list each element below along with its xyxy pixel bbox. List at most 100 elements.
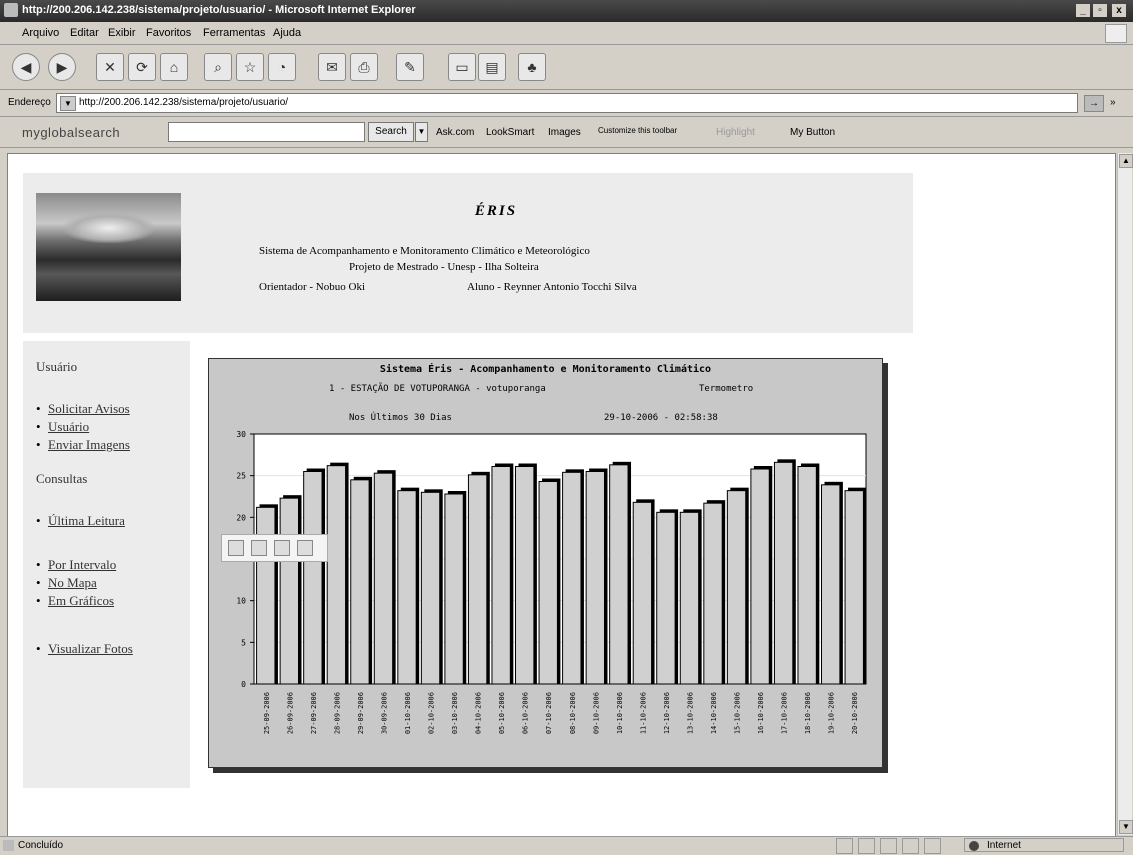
open-folder-icon[interactable]	[297, 540, 313, 556]
site-subtitle: Sistema de Acompanhamento e Monitorament…	[259, 245, 590, 257]
research-icon[interactable]: ▤	[478, 53, 506, 81]
menu-ajuda[interactable]: Ajuda	[273, 27, 301, 39]
link-askcom[interactable]: Ask.com	[436, 127, 474, 138]
refresh-icon[interactable]: ⟳	[128, 53, 156, 81]
menu-ferramentas[interactable]: Ferramentas	[203, 27, 265, 39]
address-url[interactable]: http://200.206.142.238/sistema/projeto/u…	[79, 97, 288, 108]
mail-icon[interactable]: ✉	[318, 53, 346, 81]
sidebar-item-enviar-imagens[interactable]: • Enviar Imagens	[36, 437, 130, 453]
sidebar-item-usuario[interactable]: • Usuário	[36, 419, 89, 435]
title-bar: http://200.206.142.238/sistema/projeto/u…	[0, 0, 1133, 22]
close-button[interactable]: x	[1112, 4, 1126, 17]
windows-flag-icon	[1105, 24, 1127, 43]
sidebar-item-por-intervalo[interactable]: • Por Intervalo	[36, 557, 116, 573]
link-customize[interactable]: Customize this toolbar	[598, 126, 677, 135]
mail-image-icon[interactable]	[274, 540, 290, 556]
window-title: http://200.206.142.238/sistema/projeto/u…	[22, 4, 416, 16]
forward-icon[interactable]: ▶	[48, 53, 76, 81]
search-dropdown-icon[interactable]: ▼	[415, 122, 428, 142]
x-tick-label: 25-09-2006	[263, 692, 271, 734]
edit-icon[interactable]: ✎	[396, 53, 424, 81]
globe-icon	[969, 841, 979, 851]
menu-favoritos[interactable]: Favoritos	[146, 27, 191, 39]
menu-exibir[interactable]: Exibir	[108, 27, 136, 39]
status-pane	[902, 838, 919, 854]
link-highlight[interactable]: Highlight	[716, 127, 755, 138]
y-tick-label: 10	[236, 597, 246, 606]
bar	[632, 501, 653, 685]
sidebar-item-ultima-leitura[interactable]: • Última Leitura	[36, 513, 125, 529]
scroll-down-icon[interactable]: ▼	[1119, 820, 1133, 834]
y-tick-label: 20	[236, 513, 246, 522]
site-advisor: Orientador - Nobuo Oki	[259, 281, 366, 293]
y-tick-label: 0	[241, 680, 246, 689]
folder-icon[interactable]: ▭	[448, 53, 476, 81]
scroll-up-icon[interactable]: ▲	[1119, 154, 1133, 168]
sidebar-item-em-graficos[interactable]: • Em Gráficos	[36, 593, 114, 609]
menu-editar[interactable]: Editar	[70, 27, 99, 39]
bar	[420, 491, 441, 685]
y-tick-label: 25	[236, 472, 246, 481]
sidebar-item-no-mapa[interactable]: • No Mapa	[36, 575, 97, 591]
search-brand[interactable]: myglobalsearch	[22, 125, 120, 140]
y-tick-label: 5	[241, 638, 246, 647]
x-tick-label: 15-10-2006	[734, 692, 742, 734]
go-button[interactable]: →	[1084, 95, 1104, 112]
site-title: ÉRIS	[474, 203, 518, 219]
x-tick-label: 06-10-2006	[522, 692, 530, 734]
print-icon[interactable]: ⎙	[350, 53, 378, 81]
search-icon[interactable]: ⌕	[204, 53, 232, 81]
x-tick-label: 20-10-2006	[851, 692, 859, 734]
x-tick-label: 07-10-2006	[545, 692, 553, 734]
back-icon[interactable]: ◀	[12, 53, 40, 81]
page-viewport: ÉRIS Sistema de Acompanhamento e Monitor…	[7, 153, 1116, 837]
ie-logo-icon	[4, 3, 18, 17]
save-image-icon[interactable]	[228, 540, 244, 556]
security-zone: Internet	[964, 838, 1124, 852]
status-pane	[836, 838, 853, 854]
search-input[interactable]	[168, 122, 365, 142]
x-tick-label: 30-09-2006	[380, 692, 388, 734]
x-tick-label: 17-10-2006	[781, 692, 789, 734]
x-tick-label: 02-10-2006	[428, 692, 436, 734]
bar	[491, 466, 511, 685]
bar-chart: 05101520253025-09-200626-09-200627-09-20…	[236, 430, 867, 734]
image-toolbar	[221, 534, 328, 562]
address-input[interactable]: http://200.206.142.238/sistema/projeto/u…	[56, 93, 1078, 113]
bar	[773, 461, 794, 685]
link-images[interactable]: Images	[548, 127, 581, 138]
messenger-icon[interactable]: ♣	[518, 53, 546, 81]
x-tick-label: 10-10-2006	[616, 692, 624, 734]
status-pane	[880, 838, 897, 854]
sidebar-item-solicitar-avisos[interactable]: • Solicitar Avisos	[36, 401, 130, 417]
x-tick-label: 16-10-2006	[757, 692, 765, 734]
bar	[821, 484, 841, 685]
favorites-icon[interactable]: ☆	[236, 53, 264, 81]
stop-icon[interactable]: ✕	[96, 53, 124, 81]
x-tick-label: 01-10-2006	[404, 692, 412, 734]
search-button[interactable]: Search	[368, 122, 414, 142]
bar	[350, 479, 370, 685]
home-icon[interactable]: ⌂	[160, 53, 188, 81]
print-image-icon[interactable]	[251, 540, 267, 556]
history-icon[interactable]: ◔	[268, 53, 296, 81]
bar	[538, 481, 558, 685]
link-my-button[interactable]: My Button	[790, 127, 835, 138]
minimize-button[interactable]: _	[1076, 4, 1090, 17]
chart-panel: Sistema Éris - Acompanhamento e Monitora…	[208, 358, 883, 768]
links-chevron-icon[interactable]: »	[1110, 97, 1116, 108]
address-dropdown-icon[interactable]: ▼	[60, 96, 76, 111]
x-tick-label: 26-09-2006	[286, 692, 294, 734]
bar	[726, 490, 747, 685]
site-student: Aluno - Reynner Antonio Tocchi Silva	[467, 281, 637, 293]
vertical-scrollbar[interactable]: ▲ ▼	[1117, 153, 1133, 835]
menu-arquivo[interactable]: Arquivo	[22, 27, 59, 39]
bar	[750, 468, 770, 685]
bar	[303, 471, 323, 685]
link-looksmart[interactable]: LookSmart	[486, 127, 534, 138]
bar	[609, 464, 629, 685]
maximize-button[interactable]: ▫	[1093, 4, 1107, 17]
bar	[397, 490, 417, 685]
sidebar-item-visualizar-fotos[interactable]: • Visualizar Fotos	[36, 641, 133, 657]
bar	[467, 474, 488, 685]
